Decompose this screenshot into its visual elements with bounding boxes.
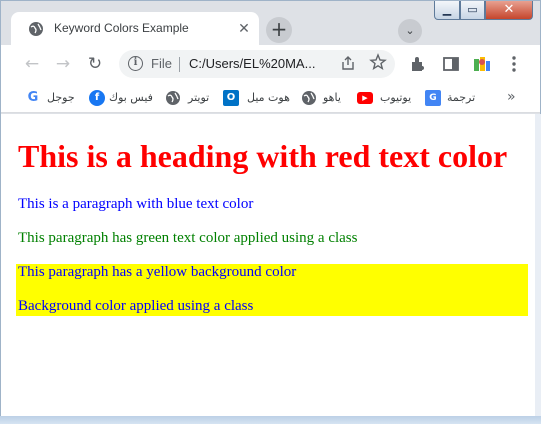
- youtube-icon: ▶: [357, 92, 373, 104]
- browser-window: Keyword Colors Example ✕ + ⌄ ▁ ▭ ✕ ← → ↻…: [0, 0, 541, 424]
- tab-strip: Keyword Colors Example ✕ + ⌄ ▁ ▭ ✕: [1, 1, 540, 45]
- bookmark-google[interactable]: G جوجل: [25, 90, 77, 108]
- google-translate-icon: G: [425, 90, 441, 106]
- google-icon: G: [25, 90, 41, 106]
- bookmark-label: ترجمة: [447, 91, 476, 104]
- reload-button[interactable]: ↻: [85, 54, 105, 74]
- bookmark-label: جوجل: [47, 91, 75, 104]
- bookmark-youtube[interactable]: ▶ يوتيوب: [357, 90, 413, 108]
- page-viewport: This is a heading with red text color Th…: [1, 114, 535, 417]
- minimize-button[interactable]: ▁: [434, 1, 460, 20]
- menu-icon[interactable]: [504, 54, 524, 74]
- facebook-icon: f: [89, 90, 105, 106]
- tab-search-button[interactable]: ⌄: [398, 19, 422, 43]
- more-bookmarks-button[interactable]: »: [507, 89, 516, 105]
- window-bottom-edge: [0, 416, 541, 424]
- close-tab-icon[interactable]: ✕: [236, 21, 252, 37]
- paragraph-green: This paragraph has green text color appl…: [18, 230, 358, 246]
- toolbar: ← → ↻ i File C:/Users/EL%20MA...: [1, 45, 540, 83]
- omnibox-separator: [179, 57, 180, 72]
- bookmark-label: هوت ميل: [247, 91, 290, 104]
- address-bar[interactable]: i File C:/Users/EL%20MA...: [119, 50, 395, 78]
- profile-icon[interactable]: [472, 54, 492, 74]
- paragraph-blue: This is a paragraph with blue text color: [18, 196, 254, 212]
- globe-icon: [302, 91, 316, 105]
- extensions-icon[interactable]: [408, 54, 428, 74]
- paragraph-yellow-background: This paragraph has a yellow background c…: [18, 264, 297, 280]
- site-info-icon[interactable]: i: [128, 56, 143, 71]
- tab-keyword-colors[interactable]: Keyword Colors Example ✕: [11, 12, 259, 45]
- bookmark-twitter[interactable]: تويتر: [165, 90, 221, 108]
- paragraph-class-background: Background color applied using a class: [18, 298, 254, 314]
- bookmark-hotmail[interactable]: O هوت ميل: [223, 90, 291, 108]
- page-heading: This is a heading with red text color: [18, 138, 508, 174]
- bookmark-translate[interactable]: G ترجمة: [425, 90, 481, 108]
- window-right-edge: [535, 114, 541, 417]
- bookmark-yahoo[interactable]: ياهو: [301, 90, 345, 108]
- bookmark-label: يوتيوب: [380, 91, 412, 104]
- bookmark-label: ياهو: [323, 91, 341, 104]
- outlook-icon: O: [223, 90, 239, 106]
- maximize-button[interactable]: ▭: [460, 1, 485, 20]
- new-tab-button[interactable]: +: [266, 17, 292, 43]
- url-text[interactable]: C:/Users/EL%20MA...: [189, 56, 315, 71]
- bookmark-facebook[interactable]: f فيس بوك: [89, 90, 159, 108]
- url-scheme: File: [151, 56, 172, 71]
- share-icon[interactable]: [340, 55, 356, 71]
- close-window-button[interactable]: ✕: [485, 1, 533, 20]
- globe-icon: [166, 91, 180, 105]
- tab-title: Keyword Colors Example: [54, 21, 189, 35]
- bookmark-label: تويتر: [188, 91, 210, 104]
- bookmark-star-icon[interactable]: [369, 53, 387, 71]
- forward-button[interactable]: →: [53, 54, 73, 74]
- side-panel-icon[interactable]: [441, 54, 461, 74]
- bookmarks-bar: G جوجل f فيس بوك تويتر O هوت ميل ياهو ▶ …: [1, 83, 540, 113]
- back-button[interactable]: ←: [22, 54, 42, 74]
- bookmark-label: فيس بوك: [109, 91, 153, 104]
- globe-icon: [29, 22, 43, 36]
